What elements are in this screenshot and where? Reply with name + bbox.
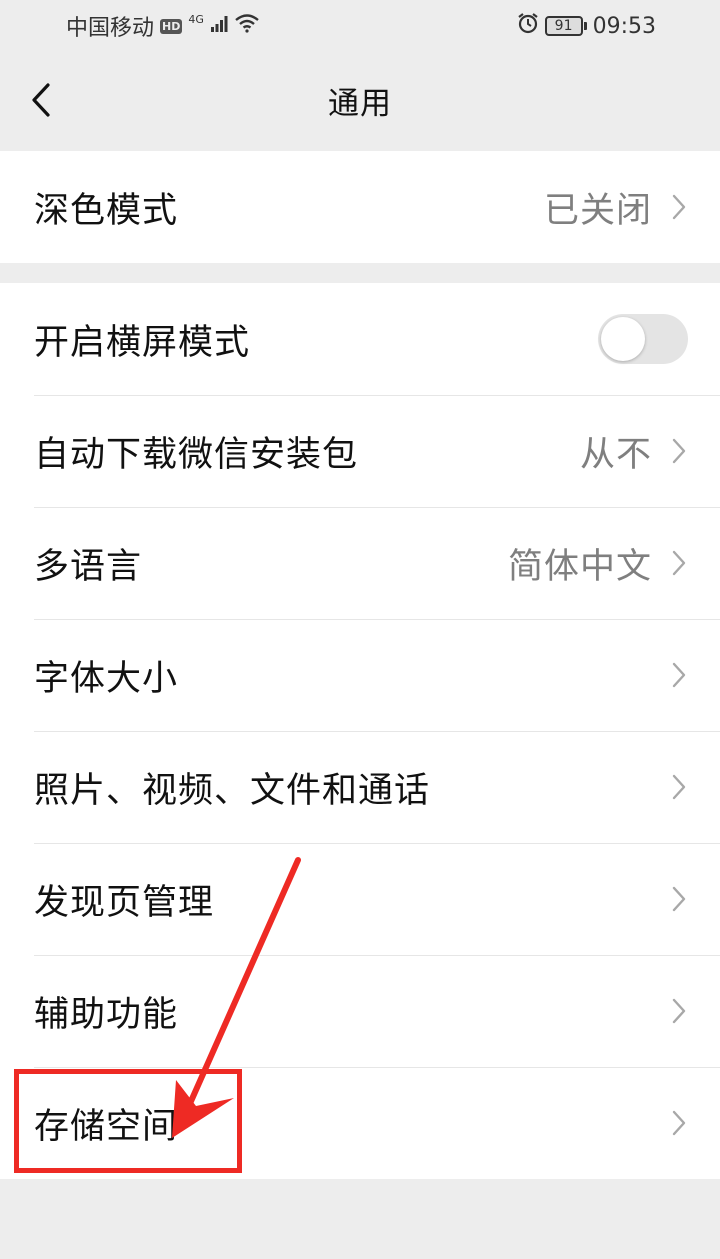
chevron-right-icon [672,437,688,465]
chevron-right-icon [672,193,688,221]
status-bar: 中国移动 HD 4G 91 09:53 [0,0,720,52]
settings-group-general: 开启横屏模式 自动下载微信安装包 从不 多语言 简体中文 字体大小 照片、视频、… [0,283,720,1179]
wifi-icon [234,13,260,39]
chevron-right-icon [672,773,688,801]
accessibility-label: 辅助功能 [34,994,179,1035]
battery-level: 91 [554,18,573,34]
discover-management-row[interactable]: 发现页管理 [0,843,720,955]
media-calls-label: 照片、视频、文件和通话 [34,770,431,811]
font-size-label: 字体大小 [34,658,179,699]
font-size-row[interactable]: 字体大小 [0,619,720,731]
status-right: 91 09:53 [517,12,656,40]
chevron-right-icon [672,885,688,913]
auto-download-value: 从不 [579,434,652,475]
chevron-left-icon [32,83,50,117]
alarm-icon [517,12,539,40]
auto-download-row[interactable]: 自动下载微信安装包 从不 [0,395,720,507]
storage-row[interactable]: 存储空间 [0,1067,720,1179]
battery-icon: 91 [544,16,587,36]
chevron-right-icon [672,549,688,577]
accessibility-row[interactable]: 辅助功能 [0,955,720,1067]
clock: 09:53 [592,13,656,39]
storage-label: 存储空间 [34,1106,179,1147]
discover-management-label: 发现页管理 [34,882,215,923]
toggle-knob [601,317,645,361]
carrier-name: 中国移动 [66,16,155,41]
settings-group-display: 深色模式 已关闭 [0,151,720,263]
language-label: 多语言 [34,546,143,587]
back-button[interactable] [26,80,56,120]
chevron-right-icon [672,661,688,689]
navigation-bar: 通用 [0,52,720,148]
dark-mode-value: 已关闭 [543,190,652,231]
network-type: 4G [188,12,204,26]
landscape-mode-row: 开启横屏模式 [0,283,720,395]
page-title: 通用 [328,85,392,122]
dark-mode-row[interactable]: 深色模式 已关闭 [0,151,720,263]
dark-mode-label: 深色模式 [34,190,179,231]
language-row[interactable]: 多语言 简体中文 [0,507,720,619]
signal-icon [210,14,228,39]
landscape-mode-toggle[interactable] [598,314,688,364]
auto-download-label: 自动下载微信安装包 [34,434,359,475]
chevron-right-icon [672,1109,688,1137]
hd-badge: HD [160,18,183,34]
status-left: 中国移动 HD 4G [66,10,260,42]
chevron-right-icon [672,997,688,1025]
language-value: 简体中文 [507,546,652,587]
landscape-mode-label: 开启横屏模式 [34,322,251,363]
media-calls-row[interactable]: 照片、视频、文件和通话 [0,731,720,843]
